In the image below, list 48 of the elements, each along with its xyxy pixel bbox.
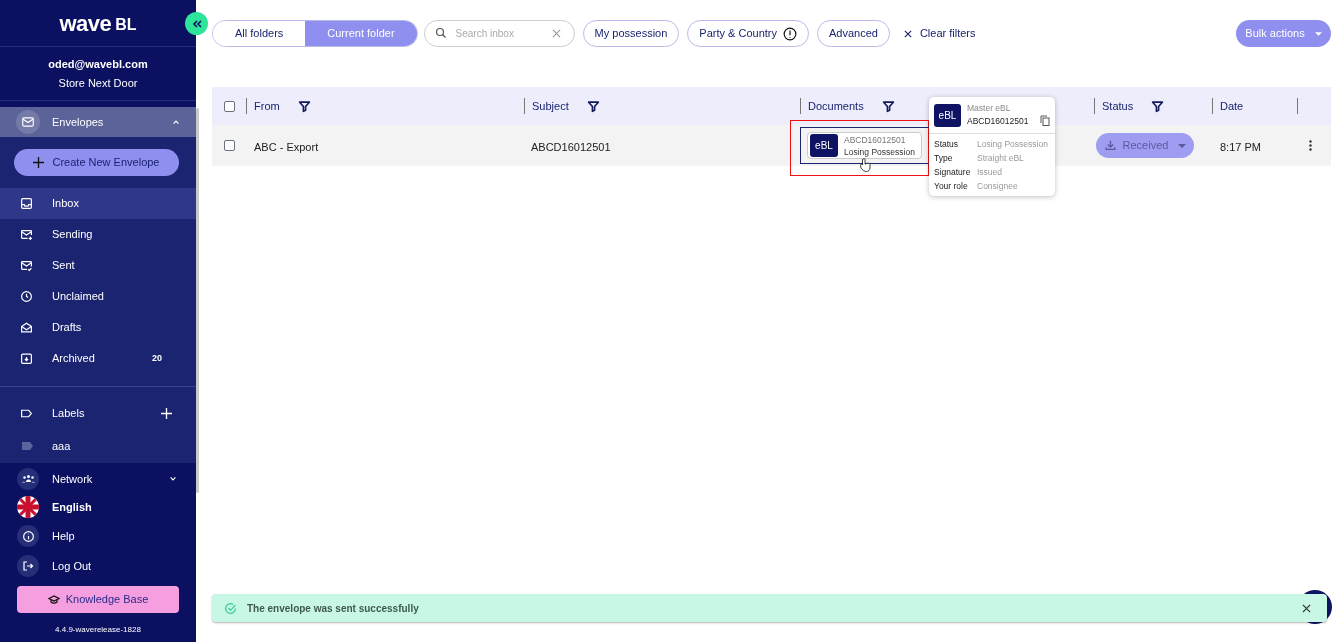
envelopes-section-header[interactable]: Envelopes [0, 107, 196, 137]
logo-suffix: BL [115, 14, 137, 35]
knowledge-base-button[interactable]: Knowledge Base [17, 586, 179, 613]
column-header[interactable]: From [254, 97, 280, 115]
clear-filters-button[interactable]: Clear filters [903, 25, 976, 42]
folder-item[interactable]: Unclaimed [0, 281, 196, 312]
tooltip-number: ABCD16012501 [967, 115, 1030, 128]
column-header[interactable]: Documents [808, 97, 864, 115]
folder-item[interactable]: Archived 20 [0, 343, 196, 374]
create-envelope-button[interactable]: Create New Envelope [14, 149, 179, 176]
tooltip-title: Master eBL [967, 102, 1012, 115]
labels-title: Labels [52, 405, 86, 421]
user-email: oded@wavebl.com [48, 57, 148, 72]
section-title: Envelopes [52, 114, 105, 130]
field-value: Losing Possession [977, 138, 1049, 151]
search-field[interactable]: Search inbox [423, 20, 575, 47]
logo-word: wave [59, 9, 112, 38]
table-cell: ABC - Export [254, 140, 319, 153]
document-number: ABCD16012501 [844, 133, 907, 146]
ebl-badge: eBL [934, 103, 961, 127]
company-name: Store Next Door [58, 75, 138, 91]
document-status: Losing Possession [844, 145, 915, 158]
version-text: 4.4.9-waverelease-1828 [55, 625, 141, 634]
toast-message: The envelope was sent successfully [247, 601, 420, 616]
network-item[interactable]: Network [0, 465, 196, 493]
folder-item[interactable]: Inbox [0, 188, 196, 219]
field-label: Your role [934, 180, 969, 193]
field-value: Issued [977, 166, 1004, 179]
ebl-badge: eBL [810, 134, 838, 157]
field-value: Straight eBL [977, 152, 1025, 165]
table-cell: ABCD16012501 [531, 140, 611, 153]
column-header[interactable]: Subject [532, 97, 569, 115]
language-item[interactable]: English [0, 493, 196, 521]
field-label: Signature [934, 166, 972, 179]
help-item[interactable]: Help [0, 521, 196, 551]
folder-item[interactable]: Sending [0, 219, 196, 250]
folder-count: 20 [152, 351, 162, 365]
column-header[interactable]: Date [1220, 97, 1244, 115]
column-header[interactable]: Status [1102, 97, 1134, 115]
field-value: Consignee [977, 180, 1019, 193]
label-item[interactable]: aaa [0, 438, 196, 454]
folder-item[interactable]: Sent [0, 250, 196, 281]
field-label: Status [934, 138, 960, 151]
table-cell: 8:17 PM [1220, 140, 1261, 153]
folder-item[interactable]: Drafts [0, 312, 196, 343]
logout-item[interactable]: Log Out [0, 551, 196, 581]
field-label: Type [934, 152, 954, 165]
document-chip[interactable]: eBL ABCD16012501 Losing Possession [807, 132, 922, 159]
